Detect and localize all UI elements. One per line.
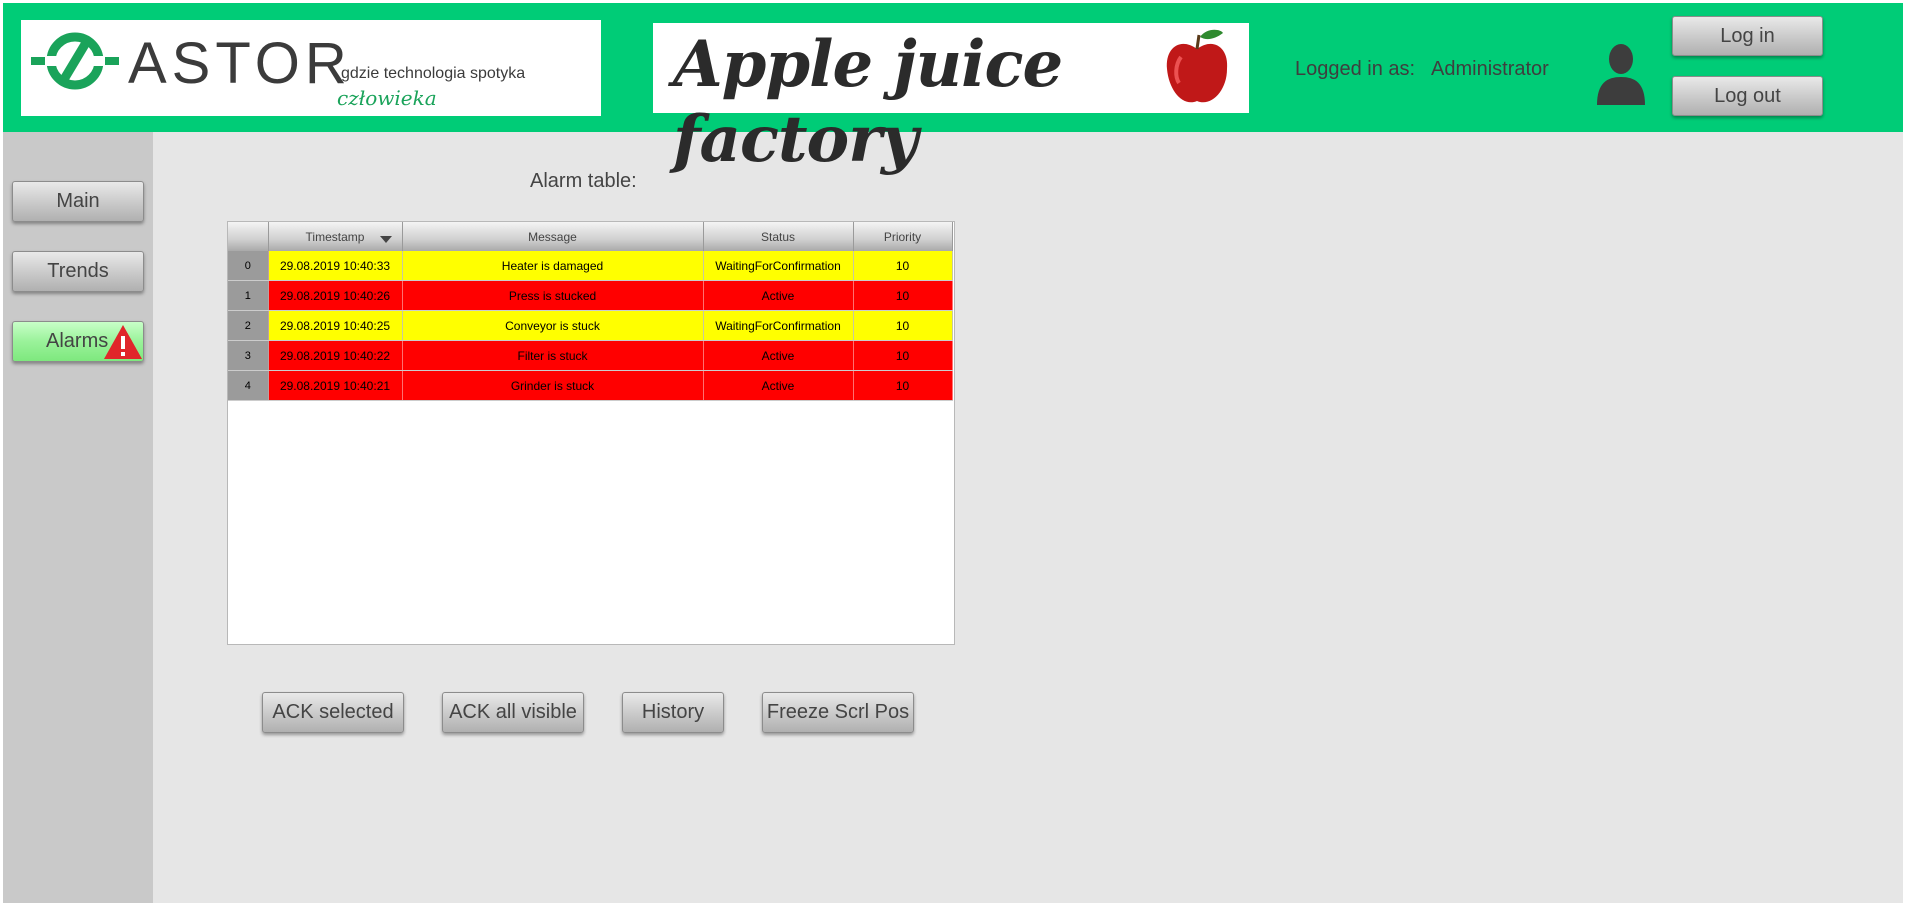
- column-header-priority[interactable]: Priority: [853, 222, 953, 251]
- column-header-status[interactable]: Status: [703, 222, 854, 251]
- brand-script: człowieka: [337, 86, 437, 110]
- history-button[interactable]: History: [622, 692, 724, 733]
- table-row[interactable]: 3 29.08.2019 10:40:22 Filter is stuck Ac…: [228, 340, 953, 371]
- alarm-table-title: Alarm table:: [530, 170, 637, 192]
- cell-timestamp: 29.08.2019 10:40:21: [268, 370, 403, 401]
- logged-in-label: Logged in as:: [1295, 58, 1416, 80]
- alarm-grid: Timestamp Message Status Priority 0 29.0…: [228, 222, 953, 401]
- cell-priority: 10: [853, 280, 953, 311]
- row-index: 2: [228, 310, 269, 341]
- brand-tagline: gdzie technologia spotyka: [341, 65, 526, 82]
- cell-message: Heater is damaged: [402, 251, 704, 281]
- table-row[interactable]: 1 29.08.2019 10:40:26 Press is stucked A…: [228, 280, 953, 311]
- table-row[interactable]: 0 29.08.2019 10:40:33 Heater is damaged …: [228, 251, 953, 281]
- astor-emblem-icon: [29, 32, 121, 90]
- sidebar: [3, 132, 153, 903]
- cell-timestamp: 29.08.2019 10:40:33: [268, 251, 403, 281]
- logged-in-user: Administrator: [1431, 58, 1549, 80]
- login-button[interactable]: Log in: [1672, 16, 1823, 56]
- alarm-table[interactable]: Timestamp Message Status Priority 0 29.0…: [227, 221, 955, 645]
- astor-logo: ASTOR gdzie technologia spotyka człowiek…: [21, 20, 601, 116]
- nav-trends-button[interactable]: Trends: [12, 251, 144, 292]
- cell-status: WaitingForConfirmation: [703, 310, 854, 341]
- cell-message: Filter is stuck: [402, 340, 704, 371]
- cell-status: Active: [703, 280, 854, 311]
- header-bar: ASTOR gdzie technologia spotyka człowiek…: [3, 3, 1903, 177]
- brand-name: ASTOR: [128, 31, 352, 96]
- cell-timestamp: 29.08.2019 10:40:25: [268, 310, 403, 341]
- cell-priority: 10: [853, 251, 953, 281]
- cell-status: WaitingForConfirmation: [703, 251, 854, 281]
- column-header-message[interactable]: Message: [402, 222, 704, 251]
- cell-priority: 10: [853, 340, 953, 371]
- freeze-scroll-position-button[interactable]: Freeze Scrl Pos: [762, 692, 914, 733]
- app-title-banner: Apple juice factory: [653, 23, 1249, 177]
- row-index-header: [228, 222, 269, 251]
- nav-alarms-label: Alarms: [46, 330, 109, 352]
- row-index: 0: [228, 251, 269, 281]
- ack-selected-button[interactable]: ACK selected: [262, 692, 404, 733]
- apple-icon: [1166, 29, 1228, 103]
- row-index: 1: [228, 280, 269, 311]
- cell-message: Conveyor is stuck: [402, 310, 704, 341]
- row-index: 3: [228, 340, 269, 371]
- logout-button[interactable]: Log out: [1672, 76, 1823, 116]
- cell-status: Active: [703, 370, 854, 401]
- cell-status: Active: [703, 340, 854, 371]
- table-header-row: Timestamp Message Status Priority: [228, 222, 953, 251]
- nav-alarms-button[interactable]: Alarms: [12, 321, 144, 362]
- warning-icon: [104, 325, 142, 359]
- sort-desc-icon: [379, 236, 392, 243]
- cell-timestamp: 29.08.2019 10:40:22: [268, 340, 403, 371]
- cell-priority: 10: [853, 370, 953, 401]
- ack-all-visible-button[interactable]: ACK all visible: [442, 692, 584, 733]
- user-avatar-icon: [1597, 44, 1645, 105]
- column-header-timestamp[interactable]: Timestamp: [268, 222, 403, 251]
- cell-message: Grinder is stuck: [402, 370, 704, 401]
- table-row[interactable]: 2 29.08.2019 10:40:25 Conveyor is stuck …: [228, 310, 953, 341]
- cell-timestamp: 29.08.2019 10:40:26: [268, 280, 403, 311]
- nav-main-button[interactable]: Main: [12, 181, 144, 222]
- cell-priority: 10: [853, 310, 953, 341]
- row-index: 4: [228, 370, 269, 401]
- table-row[interactable]: 4 29.08.2019 10:40:21 Grinder is stuck A…: [228, 370, 953, 401]
- cell-message: Press is stucked: [402, 280, 704, 311]
